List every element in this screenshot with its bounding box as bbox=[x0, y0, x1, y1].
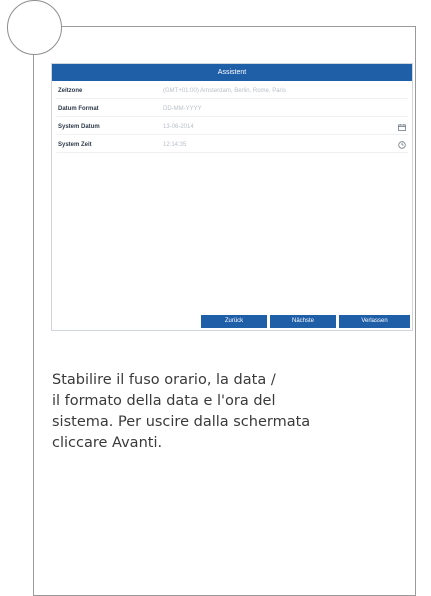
step-circle bbox=[7, 0, 62, 55]
exit-button[interactable]: Verlassen bbox=[339, 315, 410, 328]
back-button[interactable]: Zurück bbox=[201, 315, 267, 328]
instruction-line-1: Stabilire il fuso orario, la data / bbox=[52, 372, 276, 388]
date-format-select[interactable]: DD-MM-YYYY bbox=[163, 106, 408, 112]
system-date-field[interactable]: 13-06-2014 bbox=[163, 124, 408, 130]
dialog-footer: Zurück Nächste Verlassen bbox=[201, 315, 410, 328]
system-time-row[interactable]: System Zeit 12:14:35 bbox=[56, 138, 408, 153]
instruction-line-4: cliccare Avanti. bbox=[52, 435, 163, 451]
timezone-label: Zeitzone bbox=[58, 88, 83, 94]
system-date-label: System Datum bbox=[58, 124, 100, 130]
date-format-row[interactable]: Datum Format DD-MM-YYYY bbox=[56, 102, 408, 117]
dialog-title: Assistent bbox=[52, 64, 412, 81]
next-button[interactable]: Nächste bbox=[270, 315, 336, 328]
system-date-row[interactable]: System Datum 13-06-2014 bbox=[56, 120, 408, 135]
system-time-field[interactable]: 12:14:35 bbox=[163, 142, 408, 148]
clock-icon[interactable] bbox=[398, 141, 406, 149]
calendar-icon[interactable] bbox=[398, 123, 406, 131]
system-time-label: System Zeit bbox=[58, 142, 92, 148]
instruction-text: Stabilire il fuso orario, la data / il f… bbox=[52, 370, 412, 454]
date-format-label: Datum Format bbox=[58, 106, 99, 112]
setup-wizard-dialog: Assistent Zeitzone (GMT+01:00) Amsterdam… bbox=[51, 63, 413, 331]
timezone-select[interactable]: (GMT+01:00) Amsterdam, Berlin, Rome, Par… bbox=[163, 88, 408, 94]
instruction-line-3: sistema. Per uscire dalla schermata bbox=[52, 414, 311, 430]
instruction-line-2: il formato della data e l'ora del bbox=[52, 393, 276, 409]
timezone-row[interactable]: Zeitzone (GMT+01:00) Amsterdam, Berlin, … bbox=[56, 84, 408, 99]
